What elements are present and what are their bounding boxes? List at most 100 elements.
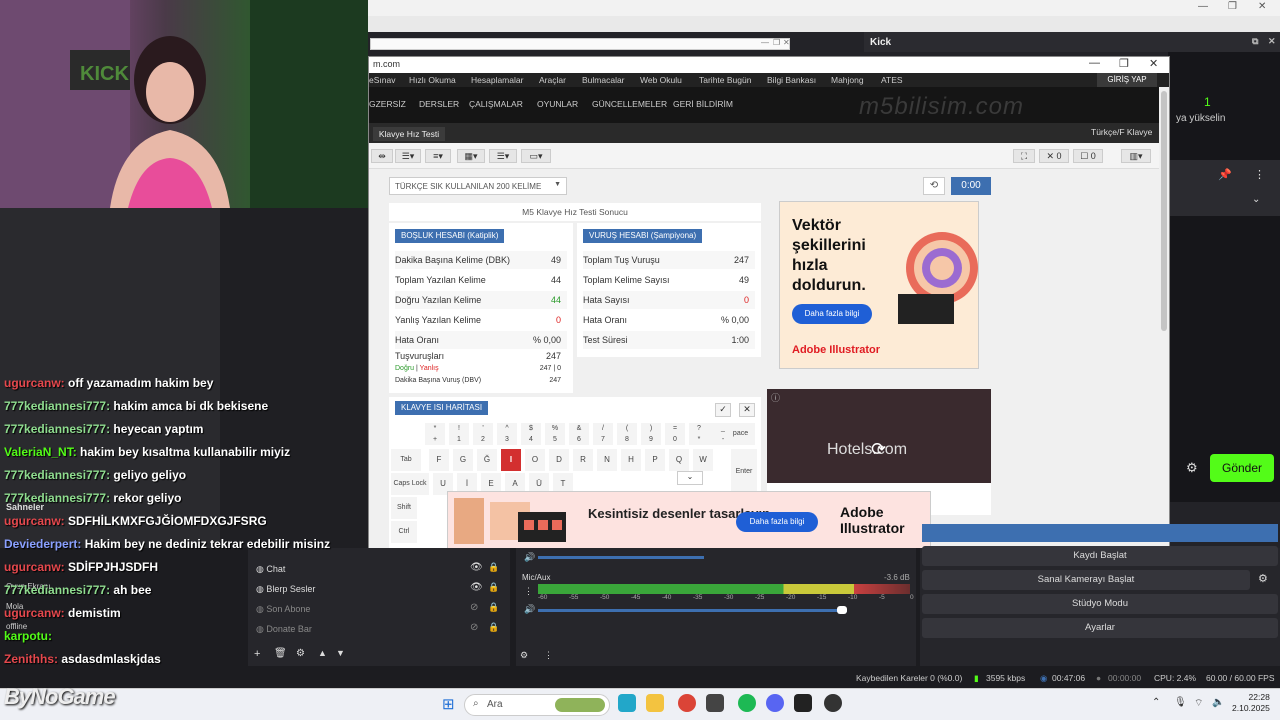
nav-item[interactable]: Bulmacalar: [582, 75, 625, 85]
windows-start-icon[interactable]: ⊞: [442, 695, 455, 713]
chevron-down-icon[interactable]: ▼: [336, 648, 345, 658]
eye-off-icon[interactable]: ⊘: [470, 622, 478, 633]
volume-icon[interactable]: 🔈: [1212, 697, 1224, 708]
wifi-icon[interactable]: ⌔: [1194, 697, 1203, 710]
eye-icon[interactable]: 👁: [470, 562, 483, 573]
app-icon[interactable]: [706, 694, 724, 712]
folder-icon[interactable]: [646, 694, 664, 712]
nav-item[interactable]: OYUNLAR: [537, 99, 578, 109]
check-icon[interactable]: ✓: [715, 403, 731, 417]
ad-illustrator-vertical[interactable]: Vektör şekillerini hızla doldurun. Daha …: [779, 201, 979, 369]
volume-slider[interactable]: [538, 556, 704, 559]
reset-button[interactable]: ⟲: [923, 177, 945, 195]
gear-icon[interactable]: ⚙: [1186, 460, 1198, 476]
nav-item[interactable]: Bilgi Bankası: [767, 75, 816, 85]
align-icon[interactable]: ≡▾: [425, 149, 451, 163]
login-button[interactable]: GİRİŞ YAP: [1097, 73, 1157, 87]
settings-icon[interactable]: ⚙: [520, 650, 528, 661]
source-row[interactable]: ◍ Donate Bar: [256, 624, 312, 635]
nav-item[interactable]: DERSLER: [419, 99, 459, 109]
record-button[interactable]: Kaydı Başlat: [922, 546, 1278, 566]
minimize-icon[interactable]: —: [1198, 1, 1208, 12]
nav-item[interactable]: eSınav: [369, 75, 395, 85]
nav-item[interactable]: ÇALIŞMALAR: [469, 99, 523, 109]
display-icon[interactable]: ▭▾: [521, 149, 551, 163]
ad-cta-button[interactable]: Daha fazla bilgi: [792, 304, 872, 324]
browser-window: m.com — ❐ ✕ eSınav Hızlı Okuma Hesaplama…: [368, 56, 1170, 550]
scrollbar-thumb[interactable]: [1161, 91, 1167, 331]
source-row[interactable]: ◍ Blerp Sesler: [256, 584, 315, 595]
chevron-up-icon[interactable]: ⌃: [1152, 697, 1160, 708]
chart-icon[interactable]: ▥▾: [1121, 149, 1151, 163]
square-count[interactable]: ☐ 0: [1073, 149, 1103, 163]
category-select[interactable]: TÜRKÇE SIK KULLANILAN 200 KELİME ▼: [389, 177, 567, 195]
more-icon[interactable]: ⋮: [544, 650, 553, 661]
speaker-icon[interactable]: 🔊: [524, 552, 535, 563]
discord-icon[interactable]: [766, 694, 784, 712]
search-box[interactable]: ⌕ Ara: [464, 694, 610, 716]
ad-illustrator-banner[interactable]: Kesintisiz desenler tasarlayın. Daha faz…: [447, 491, 931, 549]
app2-icon[interactable]: [824, 694, 842, 712]
stream-button[interactable]: [922, 524, 1278, 542]
tab-typing-test[interactable]: Klavye Hız Testi: [373, 127, 445, 141]
gear-icon[interactable]: ⚙: [1258, 572, 1268, 585]
mic-icon[interactable]: 🎙: [1174, 697, 1187, 708]
maximize-icon[interactable]: ❐: [1119, 57, 1129, 70]
edge-icon[interactable]: [618, 694, 636, 712]
dock-icon[interactable]: ⧉: [1252, 36, 1258, 47]
obs-icon[interactable]: [794, 694, 812, 712]
nav-item[interactable]: ATES: [881, 75, 903, 85]
pin-icon[interactable]: 📌: [1218, 168, 1232, 181]
lock-icon[interactable]: 🔒: [488, 582, 499, 593]
source-row[interactable]: ◍ Chat: [256, 564, 285, 575]
studio-mode-button[interactable]: Stüdyo Modu: [922, 594, 1278, 614]
nav-item[interactable]: Hızlı Okuma: [409, 75, 456, 85]
eye-off-icon[interactable]: ⊘: [470, 602, 478, 613]
maximize-icon[interactable]: ❐: [1228, 1, 1237, 12]
clock[interactable]: 22:28 2.10.2025: [1232, 692, 1270, 714]
speaker-icon[interactable]: 🔊: [524, 604, 535, 615]
gear-icon[interactable]: ⚙: [296, 648, 305, 659]
close-icon[interactable]: ✕: [1258, 1, 1266, 12]
chevron-down-icon[interactable]: ⌄: [677, 471, 703, 485]
lock-icon[interactable]: 🔒: [488, 562, 499, 573]
add-icon[interactable]: +: [254, 648, 260, 660]
slider-knob[interactable]: [836, 606, 847, 614]
chevron-down-icon[interactable]: ⌄: [1252, 194, 1260, 205]
nav-item[interactable]: Tarihte Bugün: [699, 75, 751, 85]
eye-icon[interactable]: 👁: [470, 582, 483, 593]
mic-volume-slider[interactable]: [538, 609, 847, 612]
virtual-camera-button[interactable]: Sanal Kamerayı Başlat: [922, 570, 1250, 590]
source-row[interactable]: ◍ Son Abone: [256, 604, 310, 615]
nav-item[interactable]: Araçlar: [539, 75, 566, 85]
error-count[interactable]: ✕ 0: [1039, 149, 1069, 163]
nav-item[interactable]: GZERSİZ: [369, 99, 406, 109]
more-icon[interactable]: ⋮: [1254, 168, 1265, 181]
minimize-icon[interactable]: —: [1089, 57, 1100, 69]
lock-icon[interactable]: 🔒: [488, 602, 499, 613]
settings-button[interactable]: Ayarlar: [922, 618, 1278, 638]
spotify-icon[interactable]: [738, 694, 756, 712]
collapse-icon[interactable]: ⇹: [371, 149, 393, 163]
more-icon[interactable]: ⋮: [524, 586, 533, 597]
nav-item[interactable]: Hesaplamalar: [471, 75, 523, 85]
nav-item[interactable]: GERİ BİLDİRİM: [673, 99, 733, 109]
fullscreen-icon[interactable]: ⛶: [1013, 149, 1035, 163]
nav-item[interactable]: Web Okulu: [640, 75, 682, 85]
chrome-icon[interactable]: [678, 694, 696, 712]
chevron-up-icon[interactable]: ▲: [318, 648, 327, 658]
close-icon[interactable]: ✕: [1268, 36, 1276, 47]
nav-item[interactable]: Mahjong: [831, 75, 864, 85]
info-icon[interactable]: ⓘ: [771, 391, 780, 404]
ad-cta-button[interactable]: Daha fazla bilgi: [736, 512, 818, 532]
close-icon[interactable]: ✕: [739, 403, 755, 417]
grid-icon[interactable]: ▦▾: [457, 149, 485, 163]
close-icon[interactable]: ✕: [1149, 57, 1158, 70]
keyboard-type[interactable]: Türkçe/F Klavye: [1091, 127, 1152, 137]
send-button[interactable]: Gönder: [1210, 454, 1274, 482]
trash-icon[interactable]: 🗑: [274, 648, 287, 659]
nav-item[interactable]: GÜNCELLEMELER: [592, 99, 667, 109]
menu-icon[interactable]: ☰▾: [395, 149, 421, 163]
list-icon[interactable]: ☰▾: [489, 149, 517, 163]
lock-icon[interactable]: 🔒: [488, 622, 499, 633]
